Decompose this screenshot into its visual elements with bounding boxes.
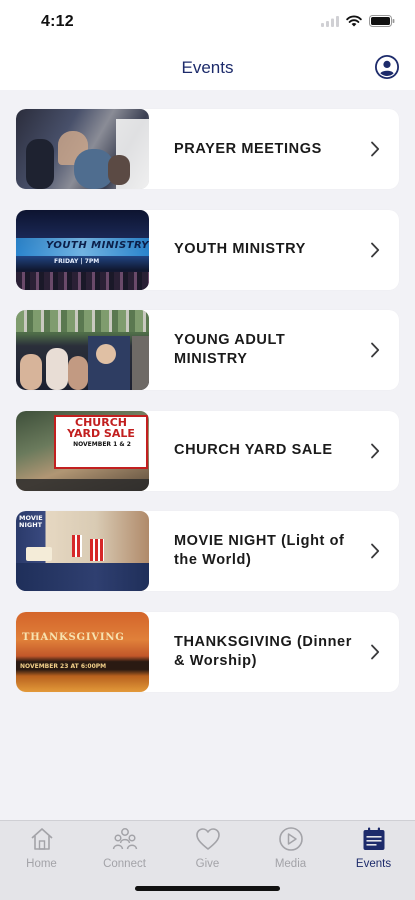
- chevron-right-icon: [371, 141, 380, 157]
- chevron-right-icon: [371, 443, 380, 458]
- event-thumbnail: MOVIE NIGHT: [16, 511, 149, 591]
- tab-label: Home: [26, 858, 57, 870]
- event-thumbnail: THANKSGIVING NOVEMBER 23 AT 6:00PM: [16, 611, 149, 692]
- page-title: Events: [181, 58, 234, 77]
- heart-icon: [195, 828, 220, 850]
- tab-give[interactable]: Give: [166, 825, 249, 870]
- user-circle-icon: [375, 55, 399, 79]
- chevron-right-icon: [371, 242, 380, 257]
- event-title: YOUTH MINISTRY: [174, 241, 306, 257]
- chevron-right-icon: [371, 342, 380, 358]
- event-thumbnail: [16, 310, 149, 390]
- tab-label: Events: [355, 858, 392, 870]
- event-card-thanksgiving[interactable]: THANKSGIVING NOVEMBER 23 AT 6:00PM THANK…: [16, 611, 399, 692]
- thumb-caption: CHURCH YARD SALE: [67, 415, 135, 440]
- thumb-caption: MOVIE NIGHT: [19, 514, 43, 529]
- calendar-icon: [363, 827, 384, 850]
- home-icon: [30, 828, 53, 850]
- tab-connect[interactable]: Connect: [83, 825, 166, 870]
- event-title: CHURCH YARD SALE: [174, 442, 333, 458]
- tab-media[interactable]: Media: [249, 825, 332, 870]
- profile-button[interactable]: [375, 55, 399, 79]
- thumb-caption: THANKSGIVING: [22, 631, 125, 643]
- event-list: PRAYER MEETINGS YOUTH MINISTRY FRIDAY | …: [16, 109, 399, 712]
- tab-label: Media: [274, 858, 307, 870]
- thumb-subcaption: NOVEMBER 23 AT 6:00PM: [20, 662, 107, 670]
- nav-bar: Events: [0, 44, 415, 90]
- event-card-youth-ministry[interactable]: YOUTH MINISTRY FRIDAY | 7PM YOUTH MINIST…: [16, 209, 399, 290]
- event-card-prayer-meetings[interactable]: PRAYER MEETINGS: [16, 109, 399, 189]
- event-thumbnail: CHURCH YARD SALE NOVEMBER 1 & 2: [16, 410, 149, 491]
- event-thumbnail: YOUTH MINISTRY FRIDAY | 7PM: [16, 209, 149, 290]
- people-icon: [112, 828, 137, 850]
- event-thumbnail: [16, 109, 149, 189]
- event-card-church-yard-sale[interactable]: CHURCH YARD SALE NOVEMBER 1 & 2 CHURCH Y…: [16, 410, 399, 491]
- event-title: PRAYER MEETINGS: [174, 140, 322, 157]
- event-card-young-adult-ministry[interactable]: YOUNG ADULT MINISTRY: [16, 310, 399, 390]
- tab-label: Give: [195, 858, 220, 870]
- tab-label: Connect: [103, 858, 146, 870]
- play-circle-icon: [278, 827, 303, 851]
- tab-home[interactable]: Home: [0, 825, 83, 870]
- chevron-right-icon: [371, 543, 380, 559]
- thumb-caption: YOUTH MINISTRY: [46, 239, 149, 251]
- wifi-icon: [346, 15, 362, 27]
- event-title: MOVIE NIGHT (Light of the World): [174, 533, 345, 568]
- status-icons: [321, 15, 395, 27]
- event-card-movie-night[interactable]: MOVIE NIGHT MOVIE NIGHT (Light of the Wo…: [16, 511, 399, 591]
- tab-events[interactable]: Events: [332, 825, 415, 870]
- status-time: 4:12: [41, 13, 74, 30]
- battery-icon: [369, 15, 395, 27]
- chevron-right-icon: [371, 644, 380, 659]
- thumb-subcaption: NOVEMBER 1 & 2: [73, 440, 131, 448]
- event-title: THANKSGIVING (Dinner & Worship): [174, 633, 352, 669]
- status-bar: 4:12: [0, 0, 415, 44]
- signal-icon: [321, 15, 339, 27]
- home-indicator: [135, 886, 280, 891]
- event-title: YOUNG ADULT MINISTRY: [174, 332, 286, 367]
- thumb-subcaption: FRIDAY | 7PM: [54, 257, 100, 265]
